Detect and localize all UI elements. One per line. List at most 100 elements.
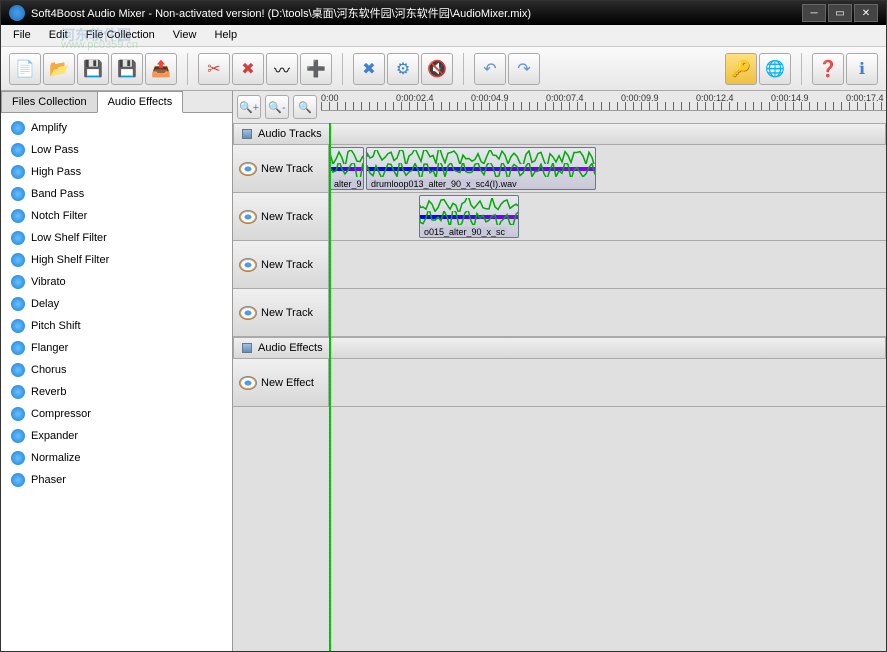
titlebar: Soft4Boost Audio Mixer - Non-activated v…	[1, 1, 886, 25]
effect-icon	[11, 275, 25, 289]
eye-icon[interactable]	[239, 376, 257, 390]
effect-item-high-pass[interactable]: High Pass	[5, 161, 228, 183]
effect-item-flanger[interactable]: Flanger	[5, 337, 228, 359]
effect-item-amplify[interactable]: Amplify	[5, 117, 228, 139]
effect-item-vibrato[interactable]: Vibrato	[5, 271, 228, 293]
effect-item-reverb[interactable]: Reverb	[5, 381, 228, 403]
effect-track-content[interactable]	[329, 359, 886, 406]
track-settings-button[interactable]: ⚙	[387, 53, 419, 85]
eye-icon[interactable]	[239, 162, 257, 176]
maximize-button[interactable]: ▭	[828, 4, 852, 22]
tab-files-collection[interactable]: Files Collection	[1, 91, 98, 112]
track-header[interactable]: New Track	[233, 241, 329, 288]
track-label: New Track	[261, 211, 313, 223]
effect-label: Delay	[31, 298, 59, 310]
track-header[interactable]: New Track	[233, 145, 329, 192]
close-button[interactable]: ✕	[854, 4, 878, 22]
effect-item-phaser[interactable]: Phaser	[5, 469, 228, 491]
effect-icon	[11, 363, 25, 377]
effect-item-compressor[interactable]: Compressor	[5, 403, 228, 425]
menu-file[interactable]: File	[5, 27, 39, 44]
save-as-button[interactable]: 💾	[111, 53, 143, 85]
effect-icon	[11, 429, 25, 443]
playhead[interactable]	[329, 123, 331, 651]
track-content[interactable]: o015_alter_90_x_sc	[329, 193, 886, 240]
open-file-button[interactable]: 📂	[43, 53, 75, 85]
effect-track-label: New Effect	[261, 377, 314, 389]
zoom-fit-button[interactable]: 🔍	[293, 95, 317, 119]
track-header[interactable]: New Track	[233, 193, 329, 240]
effect-icon	[11, 121, 25, 135]
zoom-out-button[interactable]: 🔍-	[265, 95, 289, 119]
effect-track-header[interactable]: New Effect	[233, 359, 329, 406]
about-button[interactable]: ℹ	[846, 53, 878, 85]
effect-icon	[11, 451, 25, 465]
effect-label: Band Pass	[31, 188, 84, 200]
clip-label: o015_alter_90_x_sc	[422, 227, 507, 237]
save-button[interactable]: 💾	[77, 53, 109, 85]
remove-track-button[interactable]: ✖	[353, 53, 385, 85]
effect-item-normalize[interactable]: Normalize	[5, 447, 228, 469]
minimize-button[interactable]: ─	[802, 4, 826, 22]
audio-clip[interactable]: alter_9	[329, 147, 364, 190]
effect-icon	[11, 165, 25, 179]
audio-clip[interactable]: o015_alter_90_x_sc	[419, 195, 519, 238]
effect-item-notch-filter[interactable]: Notch Filter	[5, 205, 228, 227]
eye-icon[interactable]	[239, 210, 257, 224]
track-label: New Track	[261, 307, 313, 319]
effect-icon	[11, 187, 25, 201]
collapse-icon	[242, 343, 252, 353]
effect-label: Pitch Shift	[31, 320, 81, 332]
zoom-in-button[interactable]: 🔍+	[237, 95, 261, 119]
effect-item-low-shelf-filter[interactable]: Low Shelf Filter	[5, 227, 228, 249]
section-label: Audio Effects	[258, 342, 323, 354]
effect-item-low-pass[interactable]: Low Pass	[5, 139, 228, 161]
menu-view[interactable]: View	[165, 27, 205, 44]
effect-icon	[11, 231, 25, 245]
effects-list: AmplifyLow Pass High Pass Band Pass Notch F…	[1, 113, 232, 651]
track-header[interactable]: New Track	[233, 289, 329, 336]
web-button[interactable]: 🌐	[759, 53, 791, 85]
trim-button[interactable]: 〰	[266, 53, 298, 85]
track-content[interactable]	[329, 241, 886, 288]
mute-track-button[interactable]: 🔇	[421, 53, 453, 85]
effect-label: Vibrato	[31, 276, 66, 288]
menubar: 河东软件园 www.pc0359.cn File Edit File Colle…	[1, 25, 886, 47]
eye-icon[interactable]	[239, 306, 257, 320]
timeline-ruler[interactable]: 0:000:00:02.40:00:04.90:00:07.40:00:09.9…	[321, 91, 886, 111]
eye-icon[interactable]	[239, 258, 257, 272]
effect-item-delay[interactable]: Delay	[5, 293, 228, 315]
right-panel: 🔍+ 🔍- 🔍 0:000:00:02.40:00:04.90:00:07.40…	[233, 91, 886, 651]
track-content[interactable]: alter_9drumloop013_alter_90_x_sc4(I).wav	[329, 145, 886, 192]
new-file-button[interactable]: 📄	[9, 53, 41, 85]
effect-icon	[11, 473, 25, 487]
menu-help[interactable]: Help	[206, 27, 245, 44]
redo-button[interactable]: ↷	[508, 53, 540, 85]
delete-button[interactable]: ✖	[232, 53, 264, 85]
effect-item-chorus[interactable]: Chorus	[5, 359, 228, 381]
effect-item-band-pass[interactable]: Band Pass	[5, 183, 228, 205]
effect-item-high-shelf-filter[interactable]: High Shelf Filter	[5, 249, 228, 271]
ruler-tick: 0:00:12.4	[696, 93, 734, 103]
export-button[interactable]: 📤	[145, 53, 177, 85]
undo-button[interactable]: ↶	[474, 53, 506, 85]
track-content[interactable]	[329, 289, 886, 336]
ruler-tick: 0:00:09.9	[621, 93, 659, 103]
effect-item-pitch-shift[interactable]: Pitch Shift	[5, 315, 228, 337]
effect-item-expander[interactable]: Expander	[5, 425, 228, 447]
effect-icon	[11, 253, 25, 267]
effect-label: Compressor	[31, 408, 91, 420]
tab-audio-effects[interactable]: Audio Effects	[97, 91, 184, 113]
effect-label: Reverb	[31, 386, 66, 398]
audio-clip[interactable]: drumloop013_alter_90_x_sc4(I).wav	[366, 147, 596, 190]
cut-button[interactable]: ✂	[198, 53, 230, 85]
ruler-tick: 0:00:07.4	[546, 93, 584, 103]
add-marker-button[interactable]: ➕	[300, 53, 332, 85]
app-icon	[9, 5, 25, 21]
effect-label: High Pass	[31, 166, 81, 178]
effect-label: Normalize	[31, 452, 81, 464]
activate-button[interactable]: 🔑	[725, 53, 757, 85]
help-button[interactable]: ❓	[812, 53, 844, 85]
ruler-tick: 0:00	[321, 93, 339, 103]
effect-icon	[11, 319, 25, 333]
